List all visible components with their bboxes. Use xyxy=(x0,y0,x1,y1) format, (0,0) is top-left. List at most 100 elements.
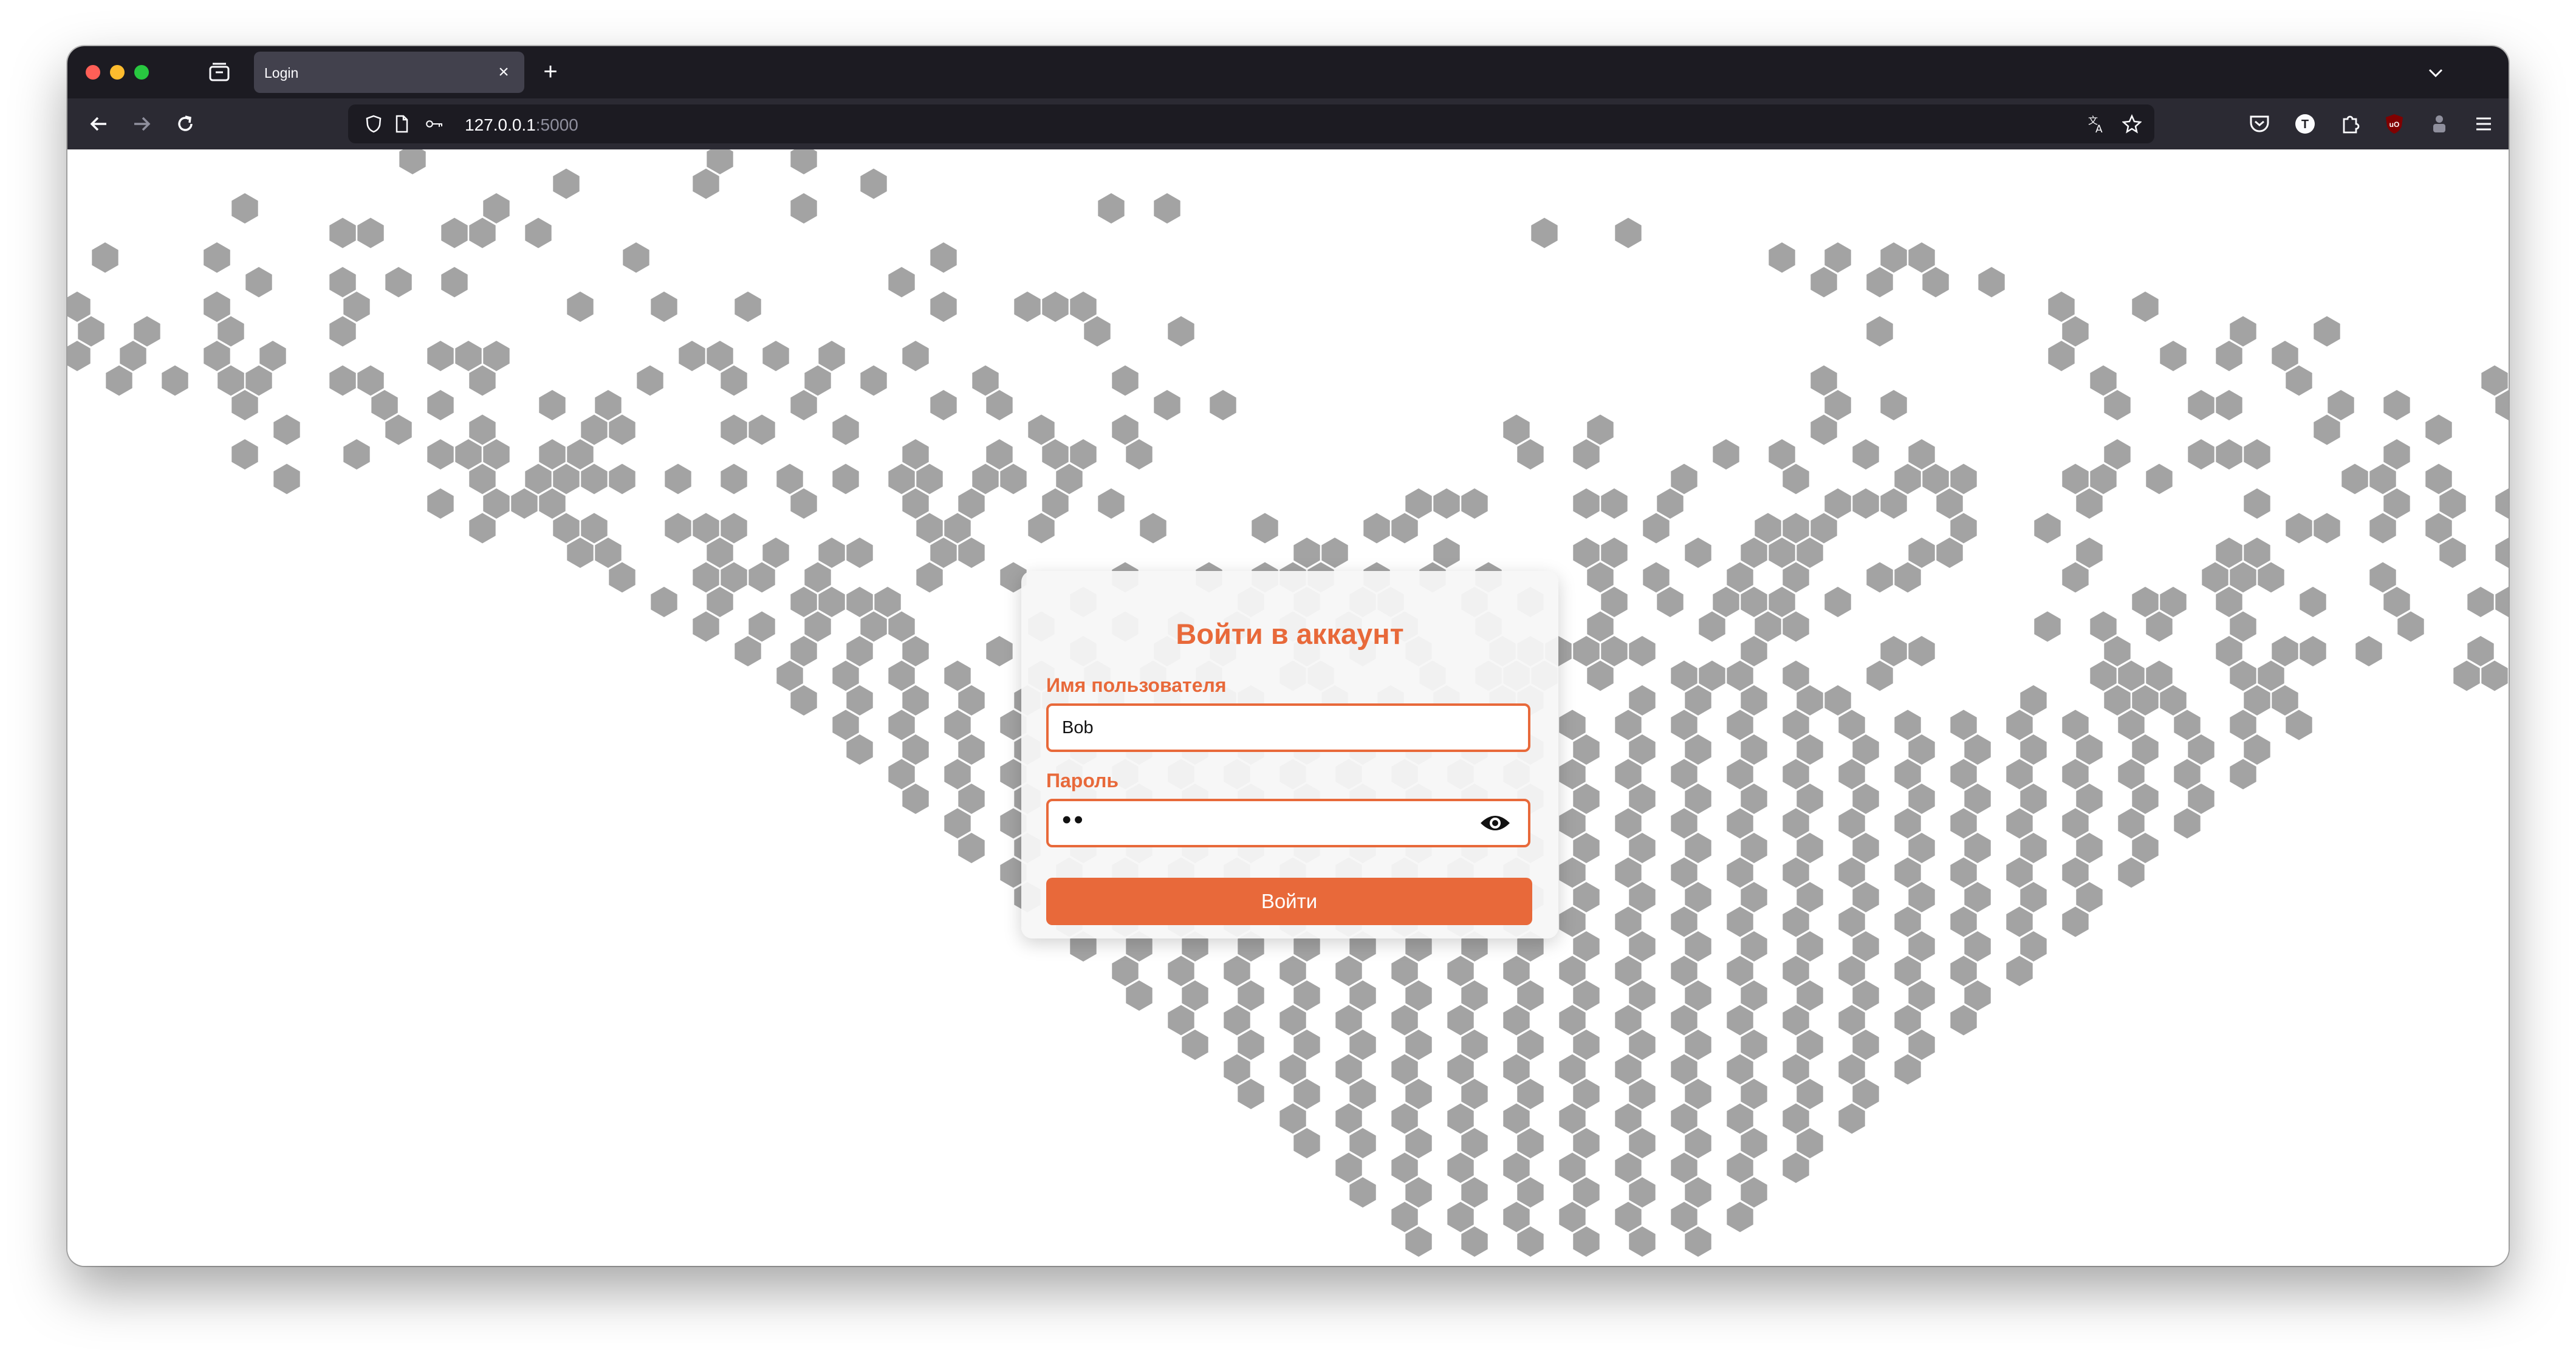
title-bar: Login × + xyxy=(67,46,2509,98)
map-hexagon xyxy=(1964,980,1991,1011)
map-hexagon xyxy=(2006,955,2033,986)
map-hexagon xyxy=(2467,636,2494,666)
reload-icon[interactable] xyxy=(172,111,199,137)
map-hexagon xyxy=(2341,463,2368,494)
map-hexagon xyxy=(1880,242,1907,273)
map-hexagon xyxy=(1852,1030,1879,1060)
map-hexagon xyxy=(120,341,146,371)
map-hexagon xyxy=(1517,1177,1544,1208)
map-hexagon xyxy=(958,538,985,568)
map-hexagon xyxy=(1293,1079,1320,1109)
map-hexagon xyxy=(1824,587,1851,617)
map-hexagon xyxy=(1797,1079,1823,1109)
map-hexagon xyxy=(1587,611,1614,642)
map-hexagon xyxy=(2188,390,2215,420)
map-hexagon xyxy=(1405,1177,1432,1208)
map-hexagon xyxy=(860,365,887,396)
map-hexagon xyxy=(958,784,985,814)
map-hexagon xyxy=(1405,1030,1432,1060)
map-hexagon xyxy=(1908,882,1935,912)
new-tab-button[interactable]: + xyxy=(536,58,564,86)
map-hexagon xyxy=(1685,784,1711,814)
map-hexagon xyxy=(1713,587,1739,617)
menu-hamburger-icon[interactable] xyxy=(2472,112,2496,136)
password-input[interactable]: •• xyxy=(1046,799,1530,847)
map-hexagon xyxy=(1391,513,1418,544)
map-hexagon xyxy=(1279,1103,1306,1134)
map-hexagon xyxy=(1615,808,1642,839)
map-hexagon xyxy=(2034,611,2061,642)
map-hexagon xyxy=(1098,488,1125,519)
map-hexagon xyxy=(930,538,957,568)
map-hexagon xyxy=(818,538,845,568)
map-hexagon xyxy=(1559,906,1586,937)
account-avatar-icon[interactable]: T xyxy=(2293,112,2317,136)
map-hexagon xyxy=(273,414,300,445)
map-hexagon xyxy=(1880,488,1907,519)
tab-manager-icon[interactable] xyxy=(208,62,230,83)
map-hexagon xyxy=(1727,759,1753,790)
close-tab-icon[interactable]: × xyxy=(493,61,515,83)
forward-arrow-icon[interactable] xyxy=(128,111,155,137)
map-hexagon xyxy=(1810,513,1837,544)
map-hexagon xyxy=(1615,709,1642,740)
map-hexagon xyxy=(1685,1079,1711,1109)
map-hexagon xyxy=(888,660,915,691)
map-hexagon xyxy=(1671,1054,1697,1085)
url-host: 127.0.0.1 xyxy=(465,115,536,134)
translate-icon[interactable]: 文 A xyxy=(2087,114,2106,134)
map-hexagon xyxy=(2369,463,2396,494)
map-hexagon xyxy=(1838,906,1865,937)
maximize-window-icon[interactable] xyxy=(134,65,149,80)
tab-login[interactable]: Login × xyxy=(254,52,524,93)
close-window-icon[interactable] xyxy=(86,65,100,80)
bookmark-star-icon[interactable] xyxy=(2122,114,2142,134)
map-hexagon xyxy=(2020,931,2047,962)
extension-icon[interactable] xyxy=(2427,112,2451,136)
key-icon[interactable] xyxy=(425,114,444,134)
pocket-icon[interactable] xyxy=(2247,112,2272,136)
map-hexagon xyxy=(2216,439,2242,470)
map-hexagon xyxy=(1741,685,1767,716)
map-hexagon xyxy=(1797,538,1823,568)
map-hexagon xyxy=(623,242,649,273)
minimize-window-icon[interactable] xyxy=(110,65,125,80)
shield-icon[interactable] xyxy=(364,114,383,134)
username-value: Bob xyxy=(1062,718,1094,737)
map-hexagon xyxy=(1894,709,1921,740)
map-hexagon xyxy=(1741,980,1767,1011)
map-hexagon xyxy=(1391,1103,1418,1134)
map-hexagon xyxy=(2132,685,2159,716)
map-hexagon xyxy=(1783,611,1809,642)
login-title: Войти в аккаунт xyxy=(1176,618,1404,650)
map-hexagon xyxy=(1824,685,1851,716)
page-icon[interactable] xyxy=(392,114,411,134)
map-hexagon xyxy=(804,611,831,642)
map-hexagon xyxy=(1852,882,1879,912)
chevron-down-icon[interactable] xyxy=(2424,61,2448,85)
map-hexagon xyxy=(609,463,635,494)
map-hexagon xyxy=(790,488,817,519)
map-hexagon xyxy=(609,562,635,593)
map-hexagon xyxy=(357,217,384,248)
map-hexagon xyxy=(1154,193,1180,224)
show-password-eye-icon[interactable] xyxy=(1479,811,1511,835)
map-hexagon xyxy=(1587,562,1614,593)
ublock-origin-icon[interactable]: uO xyxy=(2382,112,2406,136)
map-hexagon xyxy=(1391,1054,1418,1085)
map-hexagon xyxy=(1112,365,1139,396)
map-hexagon xyxy=(218,316,244,347)
map-hexagon xyxy=(1922,463,1949,494)
back-arrow-icon[interactable] xyxy=(86,111,112,137)
map-hexagon xyxy=(2314,316,2340,347)
extensions-puzzle-icon[interactable] xyxy=(2338,112,2362,136)
login-submit-button[interactable]: Войти xyxy=(1046,878,1532,925)
map-hexagon xyxy=(1615,1201,1642,1232)
map-hexagon xyxy=(1950,906,1977,937)
address-bar[interactable]: 127.0.0.1:5000 文 A xyxy=(348,104,2154,143)
map-hexagon xyxy=(2090,611,2117,642)
map-hexagon xyxy=(1671,857,1697,888)
map-hexagon xyxy=(2188,784,2215,814)
map-hexagon xyxy=(441,217,468,248)
username-input[interactable]: Bob xyxy=(1046,703,1530,752)
